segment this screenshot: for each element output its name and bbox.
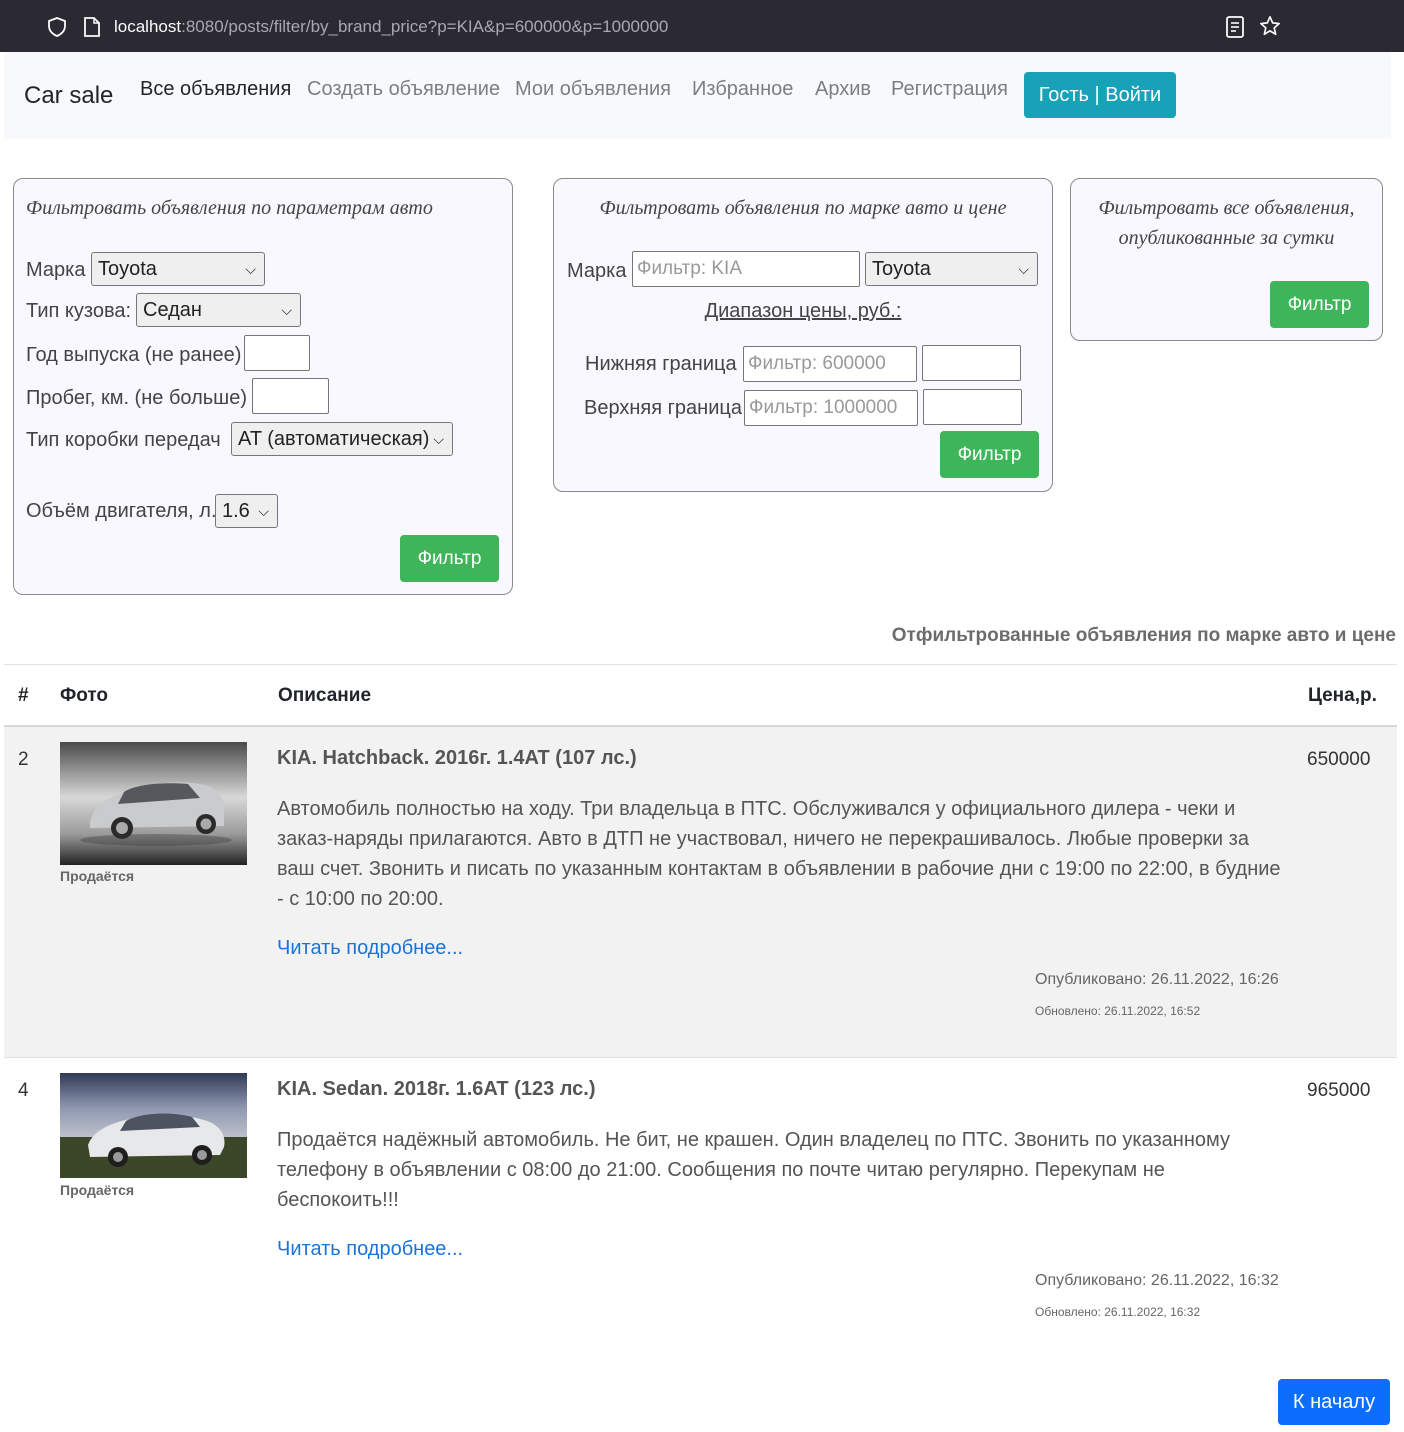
url-path: :8080/posts/filter/by_brand_price?p=KIA&… (181, 17, 669, 36)
gearbox-select[interactable]: AT (автоматическая) ⌵ (231, 422, 453, 456)
car-title: KIA. Hatchback. 2016г. 1.4AT (107 лс.) (277, 747, 637, 769)
brand-filter-input[interactable]: Фильтр: KIA (632, 251, 860, 287)
car-description: Продаётся надёжный автомобиль. Не бит, н… (277, 1129, 1230, 1211)
upper-bound-label: Верхняя граница (584, 397, 742, 419)
published-date: Опубликовано: 26.11.2022, 16:32 (1035, 1272, 1279, 1289)
page-icon (84, 17, 100, 37)
engine-volume-select[interactable]: 1.6 ⌵ (215, 494, 278, 528)
site-navbar: Car sale Все объявления Создать объявлен… (4, 52, 1391, 139)
brand-select-value: Toyota (872, 258, 931, 280)
mileage-label: Пробег, км. (не больше) (26, 387, 247, 409)
car-photo[interactable] (60, 1073, 247, 1178)
filter-params-button[interactable]: Фильтр (400, 535, 499, 582)
reader-view-icon[interactable] (1225, 16, 1245, 38)
gearbox-select-value: AT (автоматическая) (238, 428, 430, 450)
column-header-photo: Фото (60, 685, 109, 706)
engine-volume-label: Объём двигателя, л. (26, 500, 217, 522)
panel-title-line-1: Фильтровать все объявления, (1098, 197, 1355, 219)
chevron-down-icon: ⌵ (245, 261, 256, 277)
nav-all-ads[interactable]: Все объявления (140, 78, 291, 101)
brand-select[interactable]: Toyota ⌵ (91, 252, 265, 286)
chevron-down-icon: ⌵ (258, 503, 269, 519)
upper-bound-input[interactable] (923, 389, 1022, 425)
read-more-link[interactable]: Читать подробнее... (277, 937, 463, 960)
filter-brand-price-button[interactable]: Фильтр (940, 431, 1039, 478)
filter-by-params-panel: Фильтровать объявления по параметрам авт… (13, 178, 513, 595)
chevron-down-icon: ⌵ (433, 431, 444, 447)
engine-volume-select-value: 1.6 (222, 500, 250, 522)
shield-icon[interactable] (47, 17, 67, 37)
column-header-description: Описание (278, 685, 372, 706)
mileage-input[interactable] (252, 378, 329, 414)
body-type-label: Тип кузова: (26, 300, 132, 322)
car-title: KIA. Sedan. 2018г. 1.6AT (123 лс.) (277, 1078, 596, 1100)
results-heading: Отфильтрованные объявления по марке авто… (891, 625, 1396, 646)
divider (4, 664, 1397, 665)
nav-my-ads[interactable]: Мои объявления (515, 78, 671, 101)
brand-label: Марка (567, 260, 627, 282)
row-number: 4 (18, 1080, 29, 1101)
table-row: 4 Продаётся KIA. Sedan. 2018г. 1.6AT (12… (4, 1058, 1397, 1358)
read-more-link[interactable]: Читать подробнее... (277, 1238, 463, 1261)
back-to-top-button[interactable]: К началу (1278, 1379, 1390, 1425)
browser-toolbar: localhost:8080/posts/filter/by_brand_pri… (0, 0, 1404, 52)
lower-bound-input[interactable] (922, 345, 1021, 381)
row-number: 2 (18, 749, 29, 770)
updated-date: Обновлено: 26.11.2022, 16:52 (1035, 1004, 1201, 1018)
chevron-down-icon: ⌵ (281, 302, 292, 318)
status-badge: Продаётся (60, 868, 135, 884)
nav-favorites[interactable]: Избранное (692, 78, 793, 101)
address-bar[interactable]: localhost:8080/posts/filter/by_brand_pri… (114, 17, 668, 37)
gearbox-label: Тип коробки передач (26, 429, 221, 451)
column-header-price: Цена,р. (1308, 685, 1377, 706)
nav-register[interactable]: Регистрация (891, 78, 1008, 101)
car-photo[interactable] (60, 742, 247, 865)
year-input[interactable] (244, 335, 310, 371)
updated-date: Обновлено: 26.11.2022, 16:32 (1035, 1305, 1201, 1319)
price: 965000 (1307, 1080, 1371, 1101)
body-type-select[interactable]: Седан ⌵ (136, 293, 301, 327)
price-range-label: Диапазон цены, руб.: (704, 300, 902, 322)
chevron-down-icon: ⌵ (1018, 261, 1029, 277)
bookmark-star-icon[interactable] (1259, 15, 1281, 37)
status-badge: Продаётся (60, 1182, 135, 1198)
year-label: Год выпуска (не ранее) (26, 344, 242, 366)
nav-archive[interactable]: Архив (815, 78, 871, 101)
car-description: Автомобиль полностью на ходу. Три владел… (277, 798, 1281, 910)
url-host: localhost (114, 17, 182, 36)
nav-create-ad[interactable]: Создать объявление (307, 78, 500, 101)
brand-select[interactable]: Toyota ⌵ (865, 252, 1038, 286)
brand-select-value: Toyota (98, 258, 157, 280)
table-row: 2 Продаётся KIA. Hatchback. 2016г. 1.4AT… (4, 727, 1397, 1057)
panel-title-line-2: опубликованные за сутки (1118, 227, 1335, 249)
column-header-number: # (18, 685, 29, 706)
panel-title: Фильтровать объявления по параметрам авт… (26, 197, 433, 219)
published-date: Опубликовано: 26.11.2022, 16:26 (1035, 971, 1279, 988)
login-button[interactable]: Гость | Войти (1024, 72, 1176, 118)
brand-label: Марка (26, 259, 86, 281)
price: 650000 (1307, 749, 1371, 770)
body-type-select-value: Седан (143, 299, 202, 321)
filter-by-brand-price-panel: Фильтровать объявления по марке авто и ц… (553, 178, 1053, 492)
filter-last-day-panel: Фильтровать все объявления, опубликованн… (1070, 178, 1383, 341)
lower-bound-label: Нижняя граница (585, 353, 737, 375)
filter-last-day-button[interactable]: Фильтр (1270, 281, 1369, 328)
site-brand[interactable]: Car sale (24, 82, 113, 110)
upper-bound-placeholder-field[interactable]: Фильтр: 1000000 (744, 390, 918, 426)
panel-title: Фильтровать объявления по марке авто и ц… (599, 197, 1007, 219)
lower-bound-placeholder-field[interactable]: Фильтр: 600000 (743, 346, 917, 382)
